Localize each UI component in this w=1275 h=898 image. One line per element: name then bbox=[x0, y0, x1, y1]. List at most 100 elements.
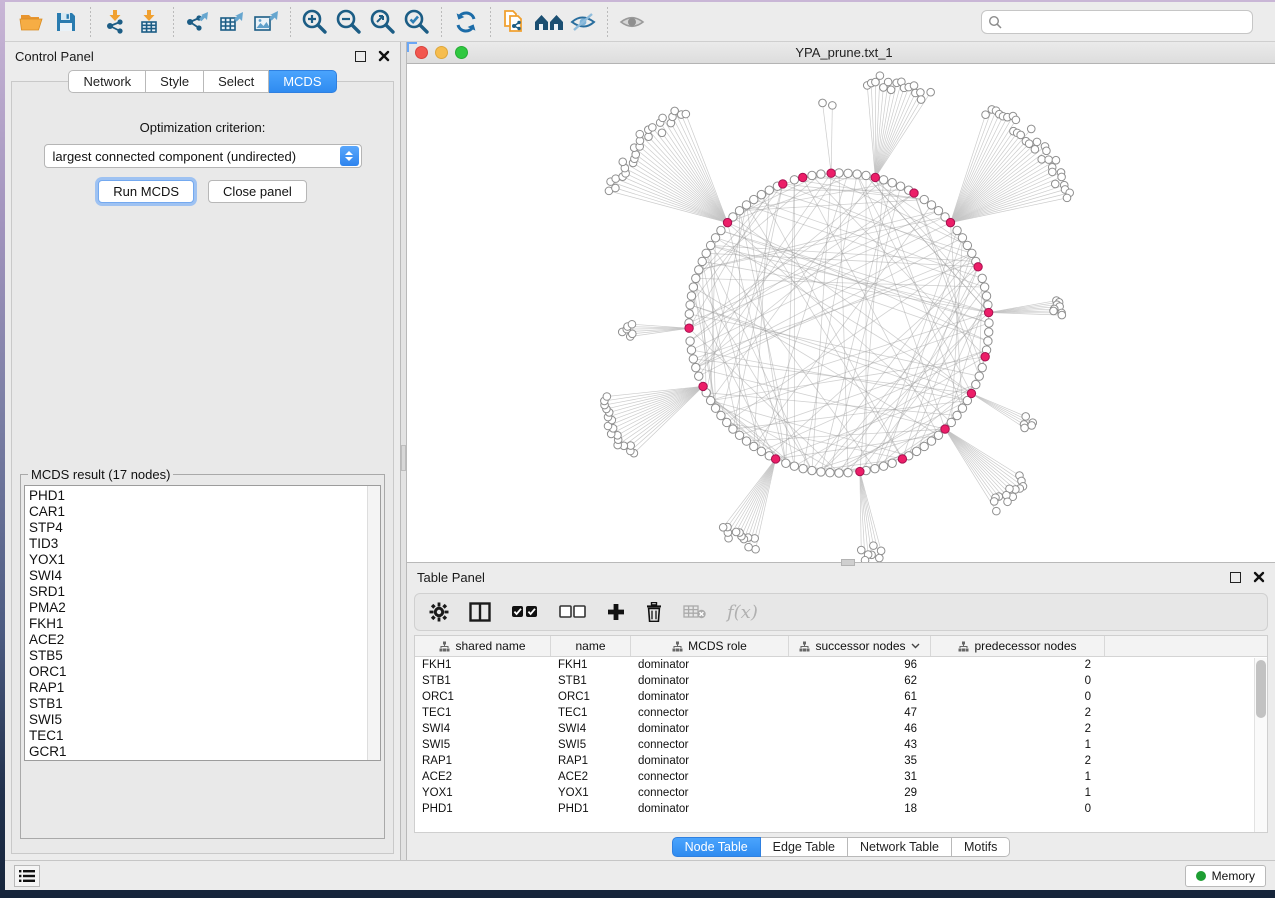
zoom-out-button[interactable] bbox=[332, 6, 366, 38]
list-item[interactable]: SRD1 bbox=[29, 584, 380, 600]
table-row[interactable]: PHD1PHD1dominator180 bbox=[415, 801, 1267, 817]
list-item[interactable]: SWI4 bbox=[29, 568, 380, 584]
table-cell[interactable]: dominator bbox=[631, 721, 789, 737]
search-input[interactable] bbox=[1006, 15, 1246, 29]
table-cell[interactable]: SWI5 bbox=[551, 737, 631, 753]
table-cell[interactable]: 18 bbox=[789, 801, 931, 817]
table-cell[interactable]: dominator bbox=[631, 689, 789, 705]
float-panel-icon[interactable] bbox=[355, 51, 366, 62]
save-session-button[interactable] bbox=[49, 6, 83, 38]
table-cell[interactable]: 0 bbox=[931, 801, 1105, 817]
float-panel-icon[interactable] bbox=[1230, 572, 1241, 583]
close-panel-icon[interactable] bbox=[378, 50, 390, 62]
add-column-button[interactable] bbox=[607, 603, 625, 621]
list-item[interactable]: GCR1 bbox=[29, 744, 380, 760]
tab-edge-table[interactable]: Edge Table bbox=[761, 837, 848, 857]
table-cell[interactable]: 0 bbox=[931, 673, 1105, 689]
table-cell[interactable]: YOX1 bbox=[551, 785, 631, 801]
column-header-successor-nodes[interactable]: successor nodes bbox=[789, 636, 931, 656]
panel-splitter[interactable] bbox=[400, 42, 407, 860]
list-item[interactable]: CAR1 bbox=[29, 504, 380, 520]
list-item[interactable]: SWI5 bbox=[29, 712, 380, 728]
column-header-predecessor-nodes[interactable]: predecessor nodes bbox=[931, 636, 1105, 656]
tab-network-table[interactable]: Network Table bbox=[848, 837, 952, 857]
column-header-mcds-role[interactable]: MCDS role bbox=[631, 636, 789, 656]
hide-selected-button[interactable] bbox=[566, 6, 600, 38]
network-graph[interactable] bbox=[407, 65, 1273, 562]
table-cell[interactable]: 2 bbox=[931, 753, 1105, 769]
delete-table-button[interactable] bbox=[683, 604, 707, 620]
table-cell[interactable]: YOX1 bbox=[415, 785, 551, 801]
list-item[interactable]: STB5 bbox=[29, 648, 380, 664]
table-cell[interactable]: STB1 bbox=[551, 673, 631, 689]
close-panel-icon[interactable] bbox=[1253, 571, 1265, 583]
open-file-button[interactable] bbox=[15, 6, 49, 38]
zoom-in-button[interactable] bbox=[298, 6, 332, 38]
table-cell[interactable]: STB1 bbox=[415, 673, 551, 689]
table-cell[interactable]: ACE2 bbox=[415, 769, 551, 785]
tab-mcds[interactable]: MCDS bbox=[269, 70, 336, 93]
list-item[interactable]: STP4 bbox=[29, 520, 380, 536]
table-cell[interactable]: 46 bbox=[789, 721, 931, 737]
table-cell[interactable]: SWI4 bbox=[551, 721, 631, 737]
list-item[interactable]: STB1 bbox=[29, 696, 380, 712]
table-cell[interactable]: ORC1 bbox=[551, 689, 631, 705]
table-row[interactable]: ACE2ACE2connector311 bbox=[415, 769, 1267, 785]
network-canvas[interactable] bbox=[407, 65, 1275, 562]
table-cell[interactable]: dominator bbox=[631, 801, 789, 817]
mcds-result-list[interactable]: PHD1 CAR1 STP4 TID3 YOX1 SWI4 SRD1 PMA2 … bbox=[24, 485, 381, 761]
table-cell[interactable]: 1 bbox=[931, 737, 1105, 753]
function-builder-button[interactable]: f(x) bbox=[727, 602, 758, 623]
refresh-layout-button[interactable] bbox=[449, 6, 483, 38]
export-network-button[interactable] bbox=[181, 6, 215, 38]
table-cell[interactable]: ACE2 bbox=[551, 769, 631, 785]
tab-network[interactable]: Network bbox=[68, 70, 146, 93]
splitter-grip[interactable] bbox=[401, 445, 406, 471]
table-cell[interactable]: RAP1 bbox=[415, 753, 551, 769]
table-row[interactable]: ORC1ORC1dominator610 bbox=[415, 689, 1267, 705]
table-cell[interactable]: PHD1 bbox=[415, 801, 551, 817]
table-cell[interactable]: 62 bbox=[789, 673, 931, 689]
split-view-button[interactable] bbox=[469, 602, 491, 622]
table-cell[interactable]: 96 bbox=[789, 657, 931, 673]
table-cell[interactable]: dominator bbox=[631, 673, 789, 689]
show-all-button[interactable] bbox=[615, 6, 649, 38]
list-item[interactable]: FKH1 bbox=[29, 616, 380, 632]
table-cell[interactable]: FKH1 bbox=[551, 657, 631, 673]
memory-button[interactable]: Memory bbox=[1185, 865, 1266, 887]
table-cell[interactable]: 43 bbox=[789, 737, 931, 753]
export-image-button[interactable] bbox=[249, 6, 283, 38]
column-header-shared-name[interactable]: shared name bbox=[415, 636, 551, 656]
table-cell[interactable]: 47 bbox=[789, 705, 931, 721]
table-cell[interactable]: dominator bbox=[631, 753, 789, 769]
table-scrollbar[interactable] bbox=[1254, 658, 1267, 832]
table-row[interactable]: FKH1FKH1dominator962 bbox=[415, 657, 1267, 673]
column-header-name[interactable]: name bbox=[551, 636, 631, 656]
list-item[interactable]: YOX1 bbox=[29, 552, 380, 568]
table-settings-button[interactable] bbox=[429, 602, 449, 622]
zoom-selected-button[interactable] bbox=[400, 6, 434, 38]
table-cell[interactable]: 1 bbox=[931, 769, 1105, 785]
export-table-button[interactable] bbox=[215, 6, 249, 38]
table-cell[interactable]: PHD1 bbox=[551, 801, 631, 817]
table-row[interactable]: STB1STB1dominator620 bbox=[415, 673, 1267, 689]
table-cell[interactable]: 35 bbox=[789, 753, 931, 769]
close-panel-button[interactable]: Close panel bbox=[208, 180, 307, 203]
list-item[interactable]: ORC1 bbox=[29, 664, 380, 680]
table-scrollbar-thumb[interactable] bbox=[1256, 660, 1266, 718]
table-cell[interactable]: TEC1 bbox=[551, 705, 631, 721]
table-row[interactable]: TEC1TEC1connector472 bbox=[415, 705, 1267, 721]
list-item[interactable]: ACE2 bbox=[29, 632, 380, 648]
table-row[interactable]: SWI5SWI5connector431 bbox=[415, 737, 1267, 753]
table-cell[interactable]: 31 bbox=[789, 769, 931, 785]
table-row[interactable]: SWI4SWI4dominator462 bbox=[415, 721, 1267, 737]
table-cell[interactable]: 2 bbox=[931, 705, 1105, 721]
table-cell[interactable]: 2 bbox=[931, 721, 1105, 737]
clone-network-button[interactable] bbox=[498, 6, 532, 38]
horizontal-splitter-grip[interactable] bbox=[841, 559, 855, 566]
list-item[interactable]: PMA2 bbox=[29, 600, 380, 616]
list-scrollbar[interactable] bbox=[367, 486, 380, 760]
task-history-button[interactable] bbox=[14, 865, 40, 887]
table-cell[interactable]: ORC1 bbox=[415, 689, 551, 705]
search-box[interactable] bbox=[981, 10, 1253, 34]
